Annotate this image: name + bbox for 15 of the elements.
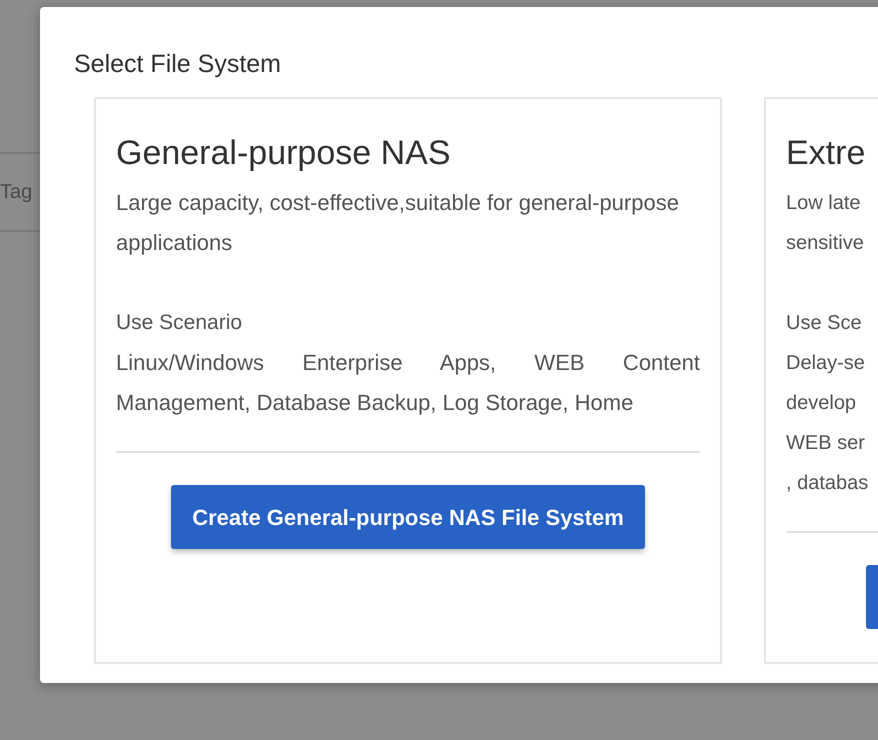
card-title: General-purpose NAS	[116, 133, 452, 173]
scenario-text: , databas	[786, 471, 870, 496]
card-title: Extre	[786, 133, 866, 173]
dialog-title: Select File System	[74, 49, 282, 80]
scenario-label: Use Sce	[786, 311, 863, 336]
create-button[interactable]: Create General-purpose NAS File System	[171, 485, 645, 549]
scenario-text: develop	[786, 391, 858, 416]
scenario-text: Delay-se	[786, 351, 866, 376]
scenario-label: Use Scenario	[116, 310, 244, 336]
card-description: Low late	[786, 191, 862, 216]
card-description: Large capacity, cost-effective,suitable for general-purpose applications	[116, 189, 680, 257]
scenario-text: WEB ser	[786, 431, 866, 456]
tag-field[interactable]: Tag	[0, 157, 40, 227]
card-description: sensitive	[786, 231, 865, 256]
scenario-text: Linux/Windows Enterprise Apps, WEB Content Management, Database Backup, Log Storage, Home	[116, 349, 700, 417]
